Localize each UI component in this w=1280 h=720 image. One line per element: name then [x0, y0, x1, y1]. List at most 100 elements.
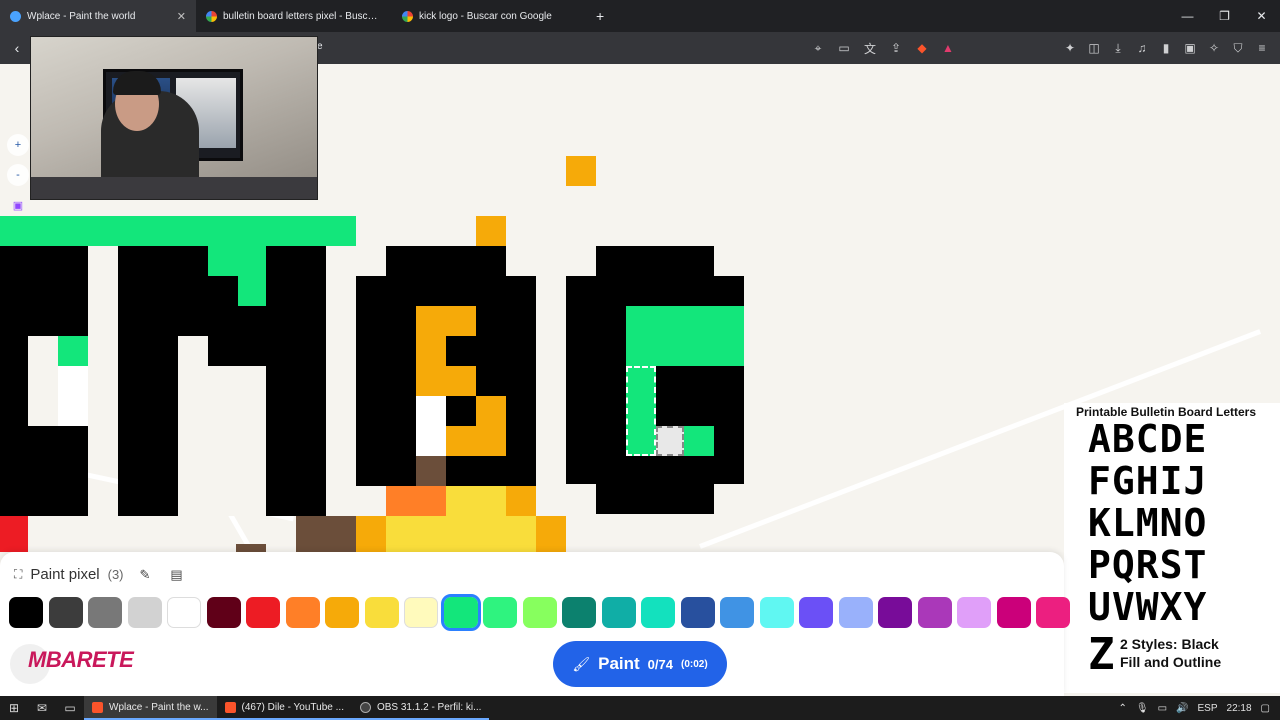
webcam-desk [31, 177, 317, 199]
color-swatch[interactable] [483, 597, 517, 628]
twitch-icon[interactable]: ▣ [7, 194, 29, 216]
color-swatch[interactable] [206, 597, 241, 628]
wallet-icon[interactable]: ▣ [1182, 41, 1198, 55]
notifications-icon[interactable]: ▢ [1261, 703, 1270, 714]
brave-shields-icon[interactable]: ◆ [914, 41, 930, 55]
color-swatch[interactable] [440, 594, 481, 631]
obs-icon [359, 701, 371, 713]
panel-header: ⛶ Paint pixel (3) ✎ ▤ [14, 566, 183, 583]
color-swatch[interactable] [799, 597, 833, 628]
taskbar-item-wplace[interactable]: Wplace - Paint the w... [84, 696, 217, 720]
pixel-block [296, 516, 356, 552]
mail-icon[interactable]: ✉ [28, 701, 56, 715]
color-swatch[interactable] [601, 597, 636, 628]
color-swatch[interactable] [522, 597, 557, 628]
browser-tab-strip: Wplace - Paint the world ✕ bulletin boar… [0, 0, 1280, 32]
zoom-out-button[interactable]: - [7, 164, 29, 186]
minimize-button[interactable]: — [1169, 0, 1206, 32]
zoom-in-button[interactable]: + [7, 134, 29, 156]
file-explorer-icon[interactable]: ▭ [56, 701, 84, 715]
paint-timer: (0:02) [680, 658, 708, 670]
back-button[interactable]: ‹ [0, 40, 34, 56]
taskbar-label: Wplace - Paint the w... [109, 701, 209, 713]
color-swatch[interactable] [878, 597, 912, 628]
vpn-icon[interactable]: ⛉ [1230, 41, 1246, 56]
network-icon[interactable]: ▭ [1158, 703, 1167, 714]
color-swatch[interactable] [325, 597, 359, 628]
paint-button[interactable]: 🖌 Paint 0/74 (0:02) [553, 641, 727, 687]
zoom-controls: + - ▣ [7, 134, 29, 216]
tab-wplace[interactable]: Wplace - Paint the world ✕ [0, 0, 196, 32]
color-swatch[interactable] [720, 597, 754, 628]
location-icon[interactable]: ⌖ [810, 41, 826, 56]
microphone-icon[interactable]: 🎙 [1136, 703, 1149, 714]
close-window-button[interactable]: ✕ [1243, 0, 1280, 32]
color-swatch[interactable] [996, 597, 1031, 628]
template-icon[interactable]: ▤ [170, 567, 182, 583]
color-swatch[interactable] [680, 597, 715, 628]
media-icon[interactable]: ♫ [1134, 41, 1150, 55]
chevron-up-icon[interactable]: ⌃ [1119, 703, 1127, 714]
color-swatch[interactable] [838, 597, 873, 628]
share-icon[interactable]: ⇪ [888, 41, 904, 55]
translate-icon[interactable]: 文 [862, 40, 878, 57]
paint-panel: ⛶ Paint pixel (3) ✎ ▤ MBARETE 🖌 Paint 0/… [0, 552, 1070, 696]
pixel-count: (3) [107, 567, 124, 582]
color-swatch[interactable] [1036, 597, 1070, 628]
taskbar-item-youtube[interactable]: (467) Dile - YouTube ... [216, 696, 352, 720]
close-icon[interactable]: ✕ [177, 10, 186, 23]
clock[interactable]: 22:18 [1227, 703, 1252, 714]
tab-label: Wplace - Paint the world [27, 10, 136, 22]
taskbar-label: (467) Dile - YouTube ... [241, 701, 344, 713]
system-tray: ⌃ 🎙 ▭ 🔊 ESP 22:18 ▢ [1119, 696, 1280, 720]
new-tab-button[interactable]: + [588, 8, 612, 24]
pixel-block [58, 336, 88, 366]
styles-line: Fill and Outline [1120, 654, 1222, 670]
color-swatch[interactable] [48, 597, 83, 628]
menu-icon[interactable]: ≡ [1254, 41, 1270, 55]
tab-kick-search[interactable]: kick logo - Buscar con Google [392, 0, 588, 32]
color-swatch[interactable] [364, 597, 399, 628]
color-swatch[interactable] [127, 597, 162, 628]
color-swatch[interactable] [957, 597, 991, 628]
maximize-button[interactable]: ❐ [1206, 0, 1243, 32]
color-swatch[interactable] [246, 597, 280, 628]
google-icon [402, 10, 413, 22]
cast-icon[interactable]: ▭ [836, 41, 852, 55]
color-swatch[interactable] [167, 597, 201, 628]
pixel-block [236, 544, 266, 552]
expand-icon[interactable]: ⛶ [14, 567, 22, 582]
color-swatch[interactable] [759, 597, 794, 628]
pixel-block [416, 366, 476, 396]
overlay-letter-row: PQRST [1088, 543, 1208, 587]
brave-rewards-icon[interactable]: ▲ [940, 41, 956, 55]
pixel-block [596, 484, 714, 514]
extensions-icon[interactable]: ✦ [1062, 41, 1078, 55]
color-swatch[interactable] [562, 597, 596, 628]
tab-bulletin-search[interactable]: bulletin board letters pixel - Buscar c [196, 0, 392, 32]
brave-icon [224, 701, 236, 713]
taskbar-item-obs[interactable]: OBS 31.1.2 - Perfil: ki... [351, 696, 490, 720]
pixel-block [208, 366, 266, 516]
windows-start-icon[interactable]: ⊞ [0, 701, 28, 715]
sidebar-icon[interactable]: ▮ [1158, 41, 1174, 55]
pencil-icon[interactable]: ✎ [140, 567, 151, 583]
color-swatch[interactable] [917, 597, 952, 628]
color-swatch[interactable] [404, 597, 438, 628]
color-swatch[interactable] [285, 597, 320, 628]
volume-icon[interactable]: 🔊 [1176, 703, 1188, 714]
pixel-block [626, 306, 744, 366]
taskbar: ⊞ ✉ ▭ Wplace - Paint the w... (467) Dile… [0, 696, 1280, 720]
pixel-block [208, 246, 266, 276]
color-swatch[interactable] [641, 597, 675, 628]
leo-icon[interactable]: ✧ [1206, 41, 1222, 55]
download-icon[interactable]: ⤓ [1110, 41, 1126, 56]
color-swatch[interactable] [88, 597, 122, 628]
pixel-block [0, 516, 28, 552]
pixel-block [356, 516, 386, 552]
color-swatch[interactable] [9, 597, 43, 628]
screenshot-icon[interactable]: ◫ [1086, 41, 1102, 55]
pixel-block [416, 306, 476, 336]
language-indicator[interactable]: ESP [1198, 703, 1218, 714]
pixel-block [58, 366, 88, 426]
